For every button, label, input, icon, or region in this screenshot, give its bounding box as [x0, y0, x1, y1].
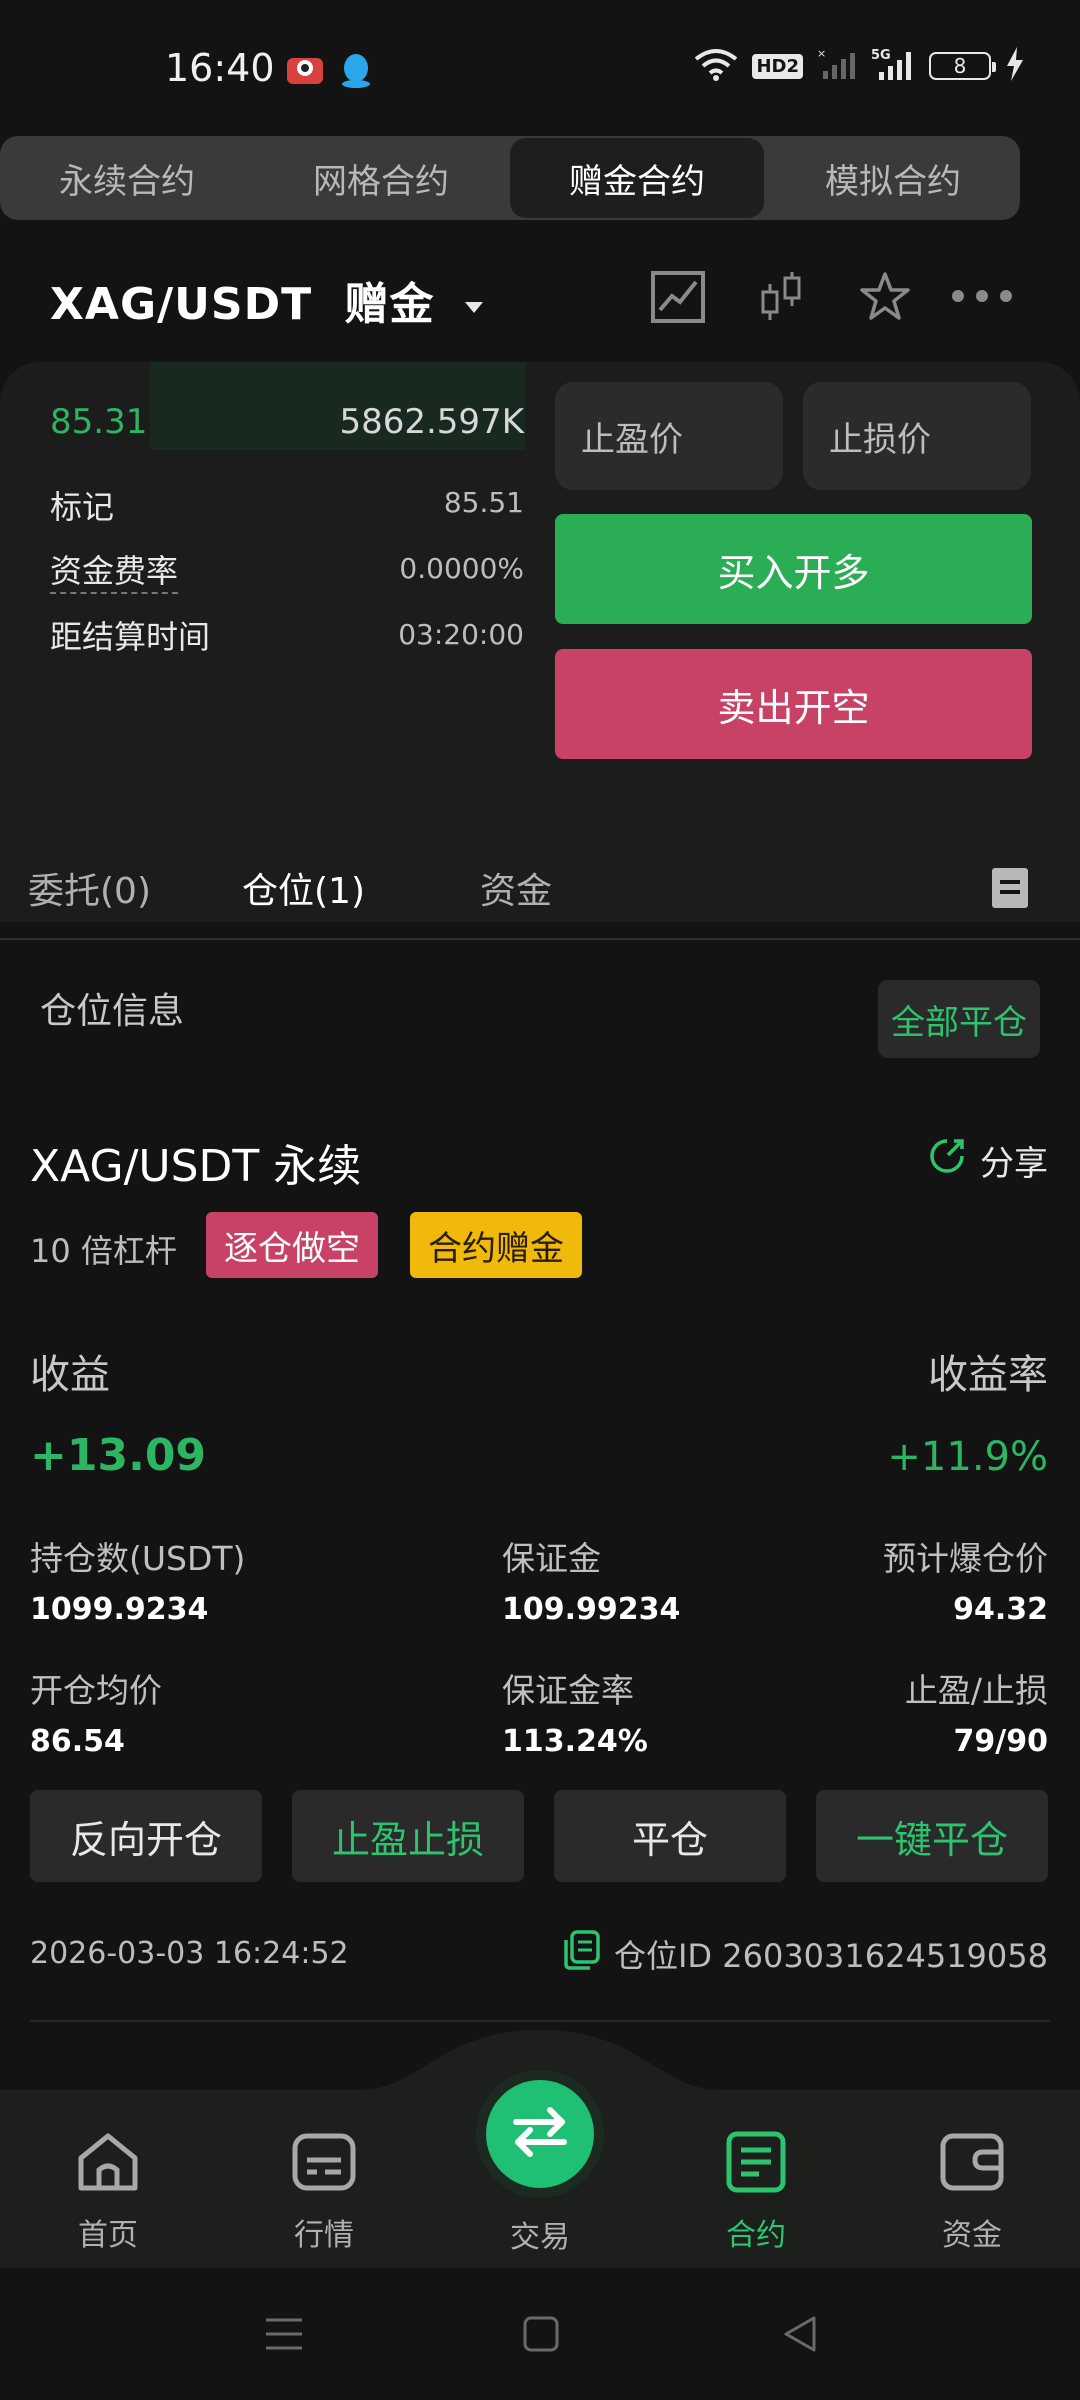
back-icon[interactable]	[780, 2314, 820, 2358]
home-square-icon[interactable]	[522, 2314, 560, 2358]
status-bar: 16:40 HD2 × 5G 8	[0, 0, 1080, 130]
bonus-tag: 合约赠金	[410, 1212, 582, 1278]
signal-icon: ×	[817, 47, 857, 85]
home-icon	[75, 2133, 141, 2202]
wallet-icon	[939, 2133, 1005, 2202]
nav-trade-label: 交易	[510, 2220, 570, 2255]
wifi-icon	[694, 47, 738, 85]
pnl-rate-label: 收益率	[928, 1352, 1048, 1398]
tab-positions[interactable]: 仓位(1)	[242, 862, 365, 914]
pnl-value: +13.09	[30, 1430, 207, 1481]
position-id-text: 仓位ID 2603031624519058	[613, 1937, 1048, 1975]
app-notification-icon	[285, 52, 325, 92]
settlement-time-label: 距结算时间	[50, 618, 211, 656]
tp-sl-value: 79/90	[953, 1724, 1048, 1759]
tab-demo[interactable]: 模拟合约	[766, 136, 1020, 220]
margin-value: 109.99234	[502, 1592, 681, 1627]
one-click-close-button[interactable]: 一键平仓	[816, 1790, 1048, 1882]
candlestick-icon[interactable]	[758, 270, 804, 328]
position-symbol: XAG/USDT 永续	[30, 1141, 362, 1192]
share-button[interactable]: 分享	[928, 1136, 1048, 1185]
buy-long-button[interactable]: 买入开多	[555, 514, 1032, 624]
orderbook-price[interactable]: 85.31	[50, 402, 147, 442]
pnl-label: 收益	[30, 1352, 110, 1398]
hd-badge: HD2	[752, 53, 803, 79]
tab-grid[interactable]: 网格合约	[254, 136, 508, 220]
market-icon	[291, 2133, 357, 2202]
nav-contract-label: 合约	[726, 2218, 786, 2253]
caret-down-icon	[464, 301, 483, 313]
divider	[30, 2020, 1050, 2022]
star-icon[interactable]	[858, 270, 912, 328]
document-icon[interactable]	[990, 866, 1030, 914]
margin-rate-label: 保证金率	[502, 1671, 634, 1710]
close-all-button[interactable]: 全部平仓	[878, 980, 1040, 1058]
settlement-time-value: 03:20:00	[398, 618, 524, 651]
stop-loss-input[interactable]: 止损价	[803, 382, 1031, 490]
position-size-label: 持仓数(USDT)	[30, 1539, 246, 1578]
contract-type-tabs: 永续合约 网格合约 赠金合约 模拟合约	[0, 136, 1020, 220]
nav-home-label: 首页	[78, 2218, 138, 2253]
nav-trade[interactable]	[486, 2080, 594, 2188]
tab-perpetual[interactable]: 永续合约	[0, 136, 254, 220]
trading-panel: 85.31 5862.597K 标记 85.51 资金费率 0.0000% 距结…	[0, 362, 1080, 922]
position-id[interactable]: 仓位ID 2603031624519058	[562, 1930, 1048, 1978]
nav-wallet[interactable]: 资金	[902, 2130, 1042, 2254]
clock: 16:40	[165, 46, 275, 90]
isolated-short-tag: 逐仓做空	[206, 1212, 378, 1278]
status-indicators: HD2 × 5G 8	[694, 46, 1025, 86]
nav-contract[interactable]: 合约	[686, 2130, 826, 2254]
share-icon	[928, 1137, 966, 1184]
close-position-button[interactable]: 平仓	[554, 1790, 786, 1882]
position-size-value: 1099.9234	[30, 1592, 209, 1627]
sell-short-button[interactable]: 卖出开空	[555, 649, 1032, 759]
mark-price-value: 85.51	[443, 486, 524, 519]
tp-sl-label: 止盈/止损	[904, 1671, 1048, 1710]
orderbook-volume: 5862.597K	[339, 402, 524, 442]
position-timestamp: 2026-03-03 16:24:52	[30, 1936, 349, 1971]
pair-mode: 赠金	[344, 279, 435, 330]
margin-label: 保证金	[502, 1539, 601, 1578]
signal-5g-icon: 5G	[871, 46, 915, 86]
svg-text:5G: 5G	[871, 48, 891, 63]
more-icon[interactable]	[950, 286, 1014, 310]
nav-market-label: 行情	[294, 2218, 354, 2253]
margin-rate-value: 113.24%	[502, 1724, 648, 1759]
entry-price-label: 开仓均价	[30, 1671, 162, 1710]
take-profit-input[interactable]: 止盈价	[555, 382, 783, 490]
contract-icon	[723, 2131, 789, 2202]
nav-home[interactable]: 首页	[38, 2130, 178, 2254]
leverage-label: 10 倍杠杆	[30, 1232, 177, 1270]
pair-name: XAG/USDT	[50, 279, 313, 330]
chart-icon[interactable]	[650, 270, 706, 328]
tab-bonus[interactable]: 赠金合约	[510, 138, 764, 218]
svg-text:×: ×	[817, 47, 826, 60]
pnl-rate-value: +11.9%	[887, 1434, 1048, 1480]
liquidation-price-label: 预计爆仓价	[883, 1539, 1048, 1578]
copy-icon	[562, 1930, 600, 1978]
order-tabs: 委托(0) 仓位(1) 资金	[0, 840, 1080, 940]
charging-icon	[1005, 47, 1025, 85]
tab-funds[interactable]: 资金	[480, 862, 552, 914]
swap-icon	[510, 2106, 570, 2162]
battery-indicator: 8	[929, 52, 996, 80]
reverse-position-button[interactable]: 反向开仓	[30, 1790, 262, 1882]
mark-price-label: 标记	[50, 488, 115, 526]
nav-wallet-label: 资金	[942, 2218, 1002, 2253]
nav-market[interactable]: 行情	[254, 2130, 394, 2254]
share-label: 分享	[980, 1144, 1048, 1184]
entry-price-value: 86.54	[30, 1724, 125, 1759]
tab-orders[interactable]: 委托(0)	[28, 862, 151, 914]
liquidation-price-value: 94.32	[953, 1592, 1048, 1627]
funding-rate-label[interactable]: 资金费率	[50, 546, 179, 594]
menu-icon[interactable]	[264, 2314, 304, 2358]
position-section-title: 仓位信息	[40, 991, 185, 1032]
tp-sl-button[interactable]: 止盈止损	[292, 1790, 524, 1882]
funding-rate-value: 0.0000%	[399, 552, 524, 585]
pair-selector[interactable]: XAG/USDT 赠金	[50, 268, 483, 332]
qq-icon	[338, 52, 374, 94]
